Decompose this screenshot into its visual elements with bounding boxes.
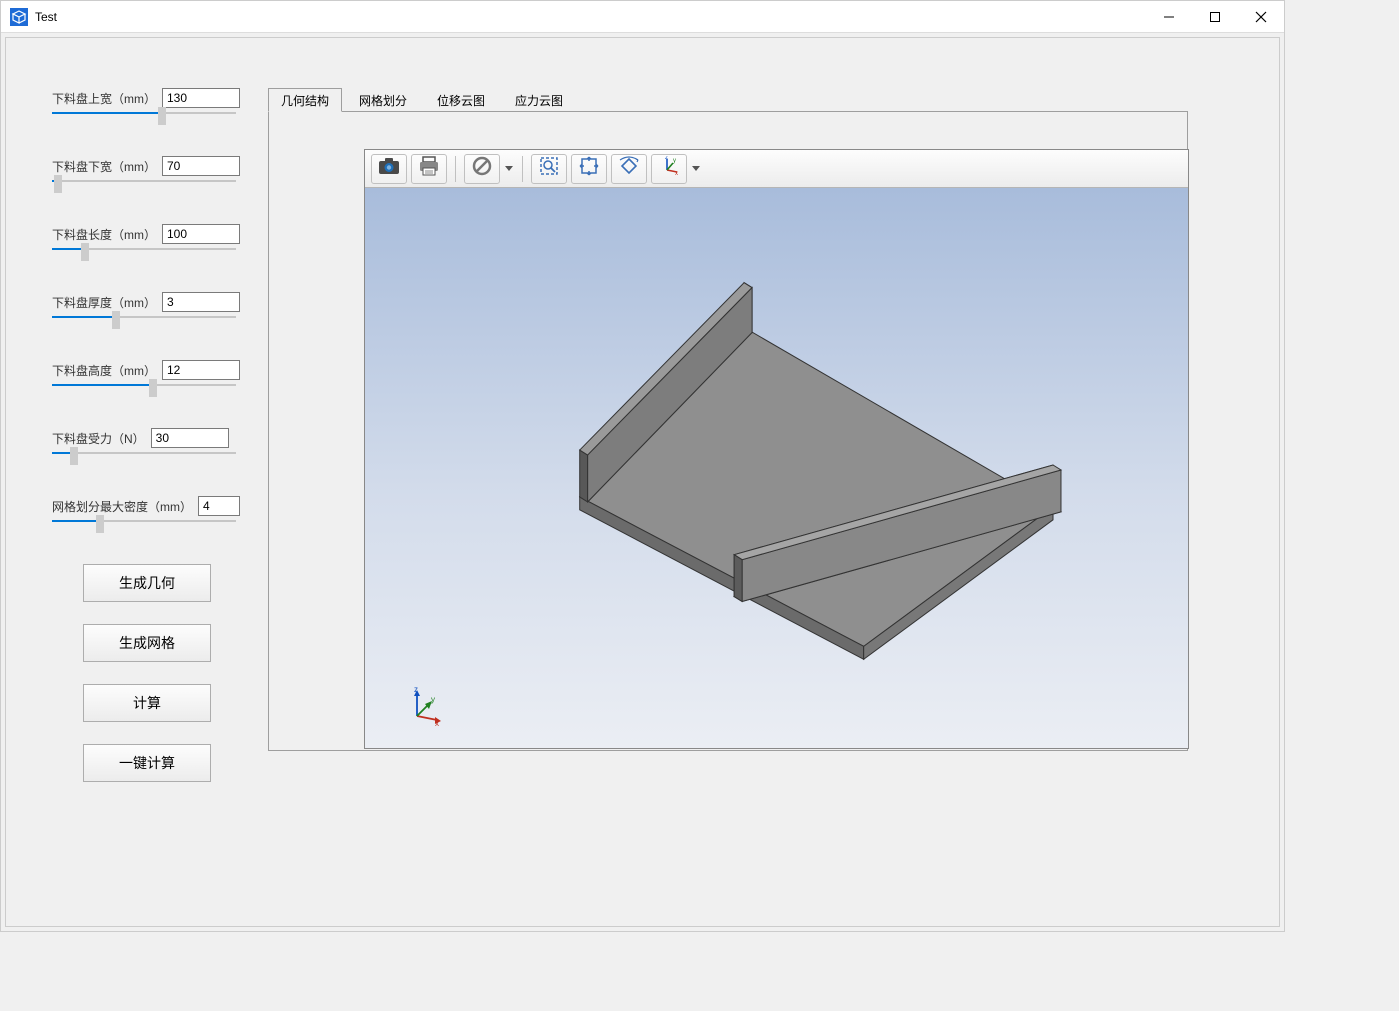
viewer-tabs: 几何结构 网格划分 位移云图 应力云图 xyxy=(268,88,1190,112)
fit-view-button[interactable] xyxy=(571,154,607,184)
param-input-mesh-density[interactable] xyxy=(198,496,240,516)
param-label: 网格划分最大密度（mm） xyxy=(52,498,192,515)
generate-geometry-button[interactable]: 生成几何 xyxy=(83,564,211,602)
zoom-box-icon xyxy=(539,156,559,181)
slider-thickness[interactable] xyxy=(52,316,236,318)
fit-view-icon xyxy=(579,156,599,181)
window-controls xyxy=(1146,1,1284,33)
slider-top-width[interactable] xyxy=(52,112,236,114)
minimize-button[interactable] xyxy=(1146,1,1192,33)
app-icon xyxy=(9,7,29,27)
param-input-bottom-width[interactable] xyxy=(162,156,240,176)
axis-gizmo: z y x xyxy=(405,686,445,726)
app-window: Test 下料盘上宽（mm） 下料盘下宽（mm） xyxy=(0,0,1285,932)
param-top-width: 下料盘上宽（mm） xyxy=(52,88,242,114)
calculate-button[interactable]: 计算 xyxy=(83,684,211,722)
slider-height[interactable] xyxy=(52,384,236,386)
no-symbol-icon xyxy=(472,156,492,181)
view-mode-button[interactable] xyxy=(464,154,500,184)
svg-text:z: z xyxy=(414,686,418,694)
print-button[interactable] xyxy=(411,154,447,184)
axis-dropdown[interactable] xyxy=(691,166,701,171)
param-input-force[interactable] xyxy=(151,428,229,448)
generate-mesh-button[interactable]: 生成网格 xyxy=(83,624,211,662)
svg-text:z: z xyxy=(665,156,668,161)
param-input-thickness[interactable] xyxy=(162,292,240,312)
param-input-height[interactable] xyxy=(162,360,240,380)
geometry-tab-pane: zyx xyxy=(268,111,1188,751)
svg-text:x: x xyxy=(675,171,678,176)
slider-bottom-width[interactable] xyxy=(52,180,236,182)
slider-length[interactable] xyxy=(52,248,236,250)
param-height: 下料盘高度（mm） xyxy=(52,360,242,386)
svg-text:x: x xyxy=(435,719,439,726)
chevron-down-icon xyxy=(505,166,513,171)
close-button[interactable] xyxy=(1238,1,1284,33)
screenshot-button[interactable] xyxy=(371,154,407,184)
geometry-render xyxy=(365,188,1188,748)
3d-viewport[interactable]: z y x xyxy=(365,188,1188,748)
param-label: 下料盘高度（mm） xyxy=(52,362,156,379)
tab-geometry[interactable]: 几何结构 xyxy=(268,88,342,112)
param-input-length[interactable] xyxy=(162,224,240,244)
param-input-top-width[interactable] xyxy=(162,88,240,108)
rotate-icon xyxy=(618,156,640,181)
svg-text:y: y xyxy=(431,695,435,704)
param-length: 下料盘长度（mm） xyxy=(52,224,242,250)
tab-mesh[interactable]: 网格划分 xyxy=(346,88,420,112)
slider-force[interactable] xyxy=(52,452,236,454)
print-icon xyxy=(418,156,440,181)
action-buttons-group: 生成几何 生成网格 计算 一键计算 xyxy=(52,564,242,782)
tab-displacement[interactable]: 位移云图 xyxy=(424,88,498,112)
tab-stress[interactable]: 应力云图 xyxy=(502,88,576,112)
zoom-box-button[interactable] xyxy=(531,154,567,184)
window-body: 下料盘上宽（mm） 下料盘下宽（mm） 下料盘长度（mm） xyxy=(1,33,1284,931)
maximize-button[interactable] xyxy=(1192,1,1238,33)
axis-icon: zy x xyxy=(659,156,679,181)
param-label: 下料盘受力（N） xyxy=(52,430,145,447)
param-label: 下料盘下宽（mm） xyxy=(52,158,156,175)
param-label: 下料盘上宽（mm） xyxy=(52,90,156,107)
one-click-calculate-button[interactable]: 一键计算 xyxy=(83,744,211,782)
slider-mesh-density[interactable] xyxy=(52,520,236,522)
titlebar: Test xyxy=(1,1,1284,33)
toolbar-separator xyxy=(522,156,523,182)
camera-icon xyxy=(378,157,400,180)
view-mode-dropdown[interactable] xyxy=(504,166,514,171)
svg-text:y: y xyxy=(673,158,676,164)
viewer-canvas-wrap: zyx xyxy=(364,149,1189,749)
axis-orientation-button[interactable]: zy x xyxy=(651,154,687,184)
rotate-button[interactable] xyxy=(611,154,647,184)
param-label: 下料盘厚度（mm） xyxy=(52,294,156,311)
param-force: 下料盘受力（N） xyxy=(52,428,242,454)
viewer-toolbar: zy x xyxy=(365,150,1188,188)
chevron-down-icon xyxy=(692,166,700,171)
param-label: 下料盘长度（mm） xyxy=(52,226,156,243)
toolbar-separator xyxy=(455,156,456,182)
parameter-sidebar: 下料盘上宽（mm） 下料盘下宽（mm） 下料盘长度（mm） xyxy=(52,88,242,804)
param-mesh-density: 网格划分最大密度（mm） xyxy=(52,496,242,522)
inner-frame: 下料盘上宽（mm） 下料盘下宽（mm） 下料盘长度（mm） xyxy=(5,37,1280,927)
window-title: Test xyxy=(35,10,1146,24)
param-bottom-width: 下料盘下宽（mm） xyxy=(52,156,242,182)
param-thickness: 下料盘厚度（mm） xyxy=(52,292,242,318)
viewer-area: 几何结构 网格划分 位移云图 应力云图 xyxy=(268,88,1190,788)
